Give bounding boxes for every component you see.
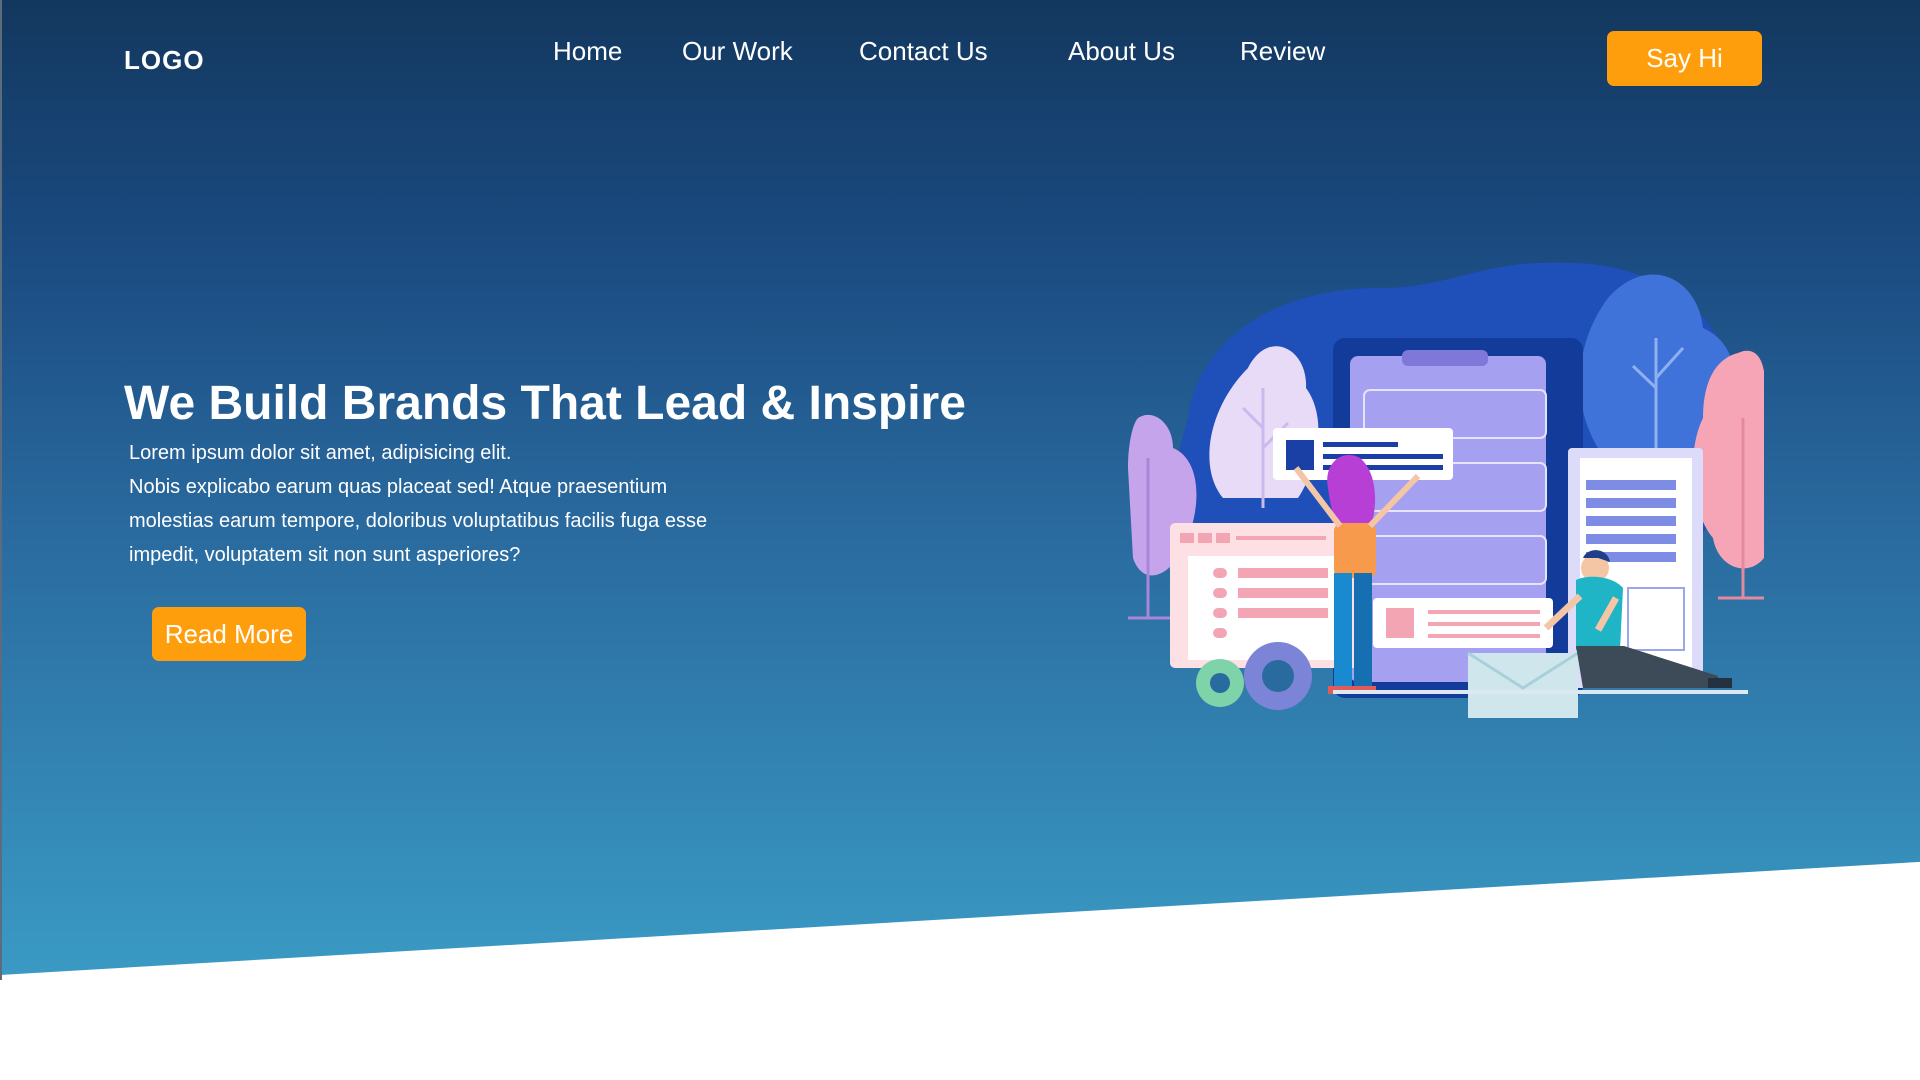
team-building-app-illustration-icon [1128,262,1764,718]
gear-icon [1244,642,1312,710]
nav-contact-us[interactable]: Contact Us [859,36,988,67]
floor-line [1333,690,1748,694]
hero-body-line: Lorem ipsum dolor sit amet, adipisicing … [129,442,512,464]
hero-body-line: impedit, voluptatem sit non sunt asperio… [129,544,521,566]
nav-home[interactable]: Home [553,36,622,67]
nav-review[interactable]: Review [1240,36,1325,67]
hero-body-line: molestias earum tempore, doloribus volup… [129,510,708,532]
gear-icon [1196,659,1244,707]
nav-about-us[interactable]: About Us [1068,36,1175,67]
hero-body-text: Lorem ipsum dolor sit amet, adipisicing … [129,436,749,572]
left-edge-line [0,0,2,980]
logo[interactable]: LOGO [124,45,205,76]
nav-our-work[interactable]: Our Work [682,36,793,67]
read-more-button[interactable]: Read More [152,607,306,661]
say-hi-button[interactable]: Say Hi [1607,31,1762,86]
hero-body-line: Nobis explicabo earum quas placeat sed! … [129,476,668,498]
hero-headline: We Build Brands That Lead & Inspire [124,377,966,430]
